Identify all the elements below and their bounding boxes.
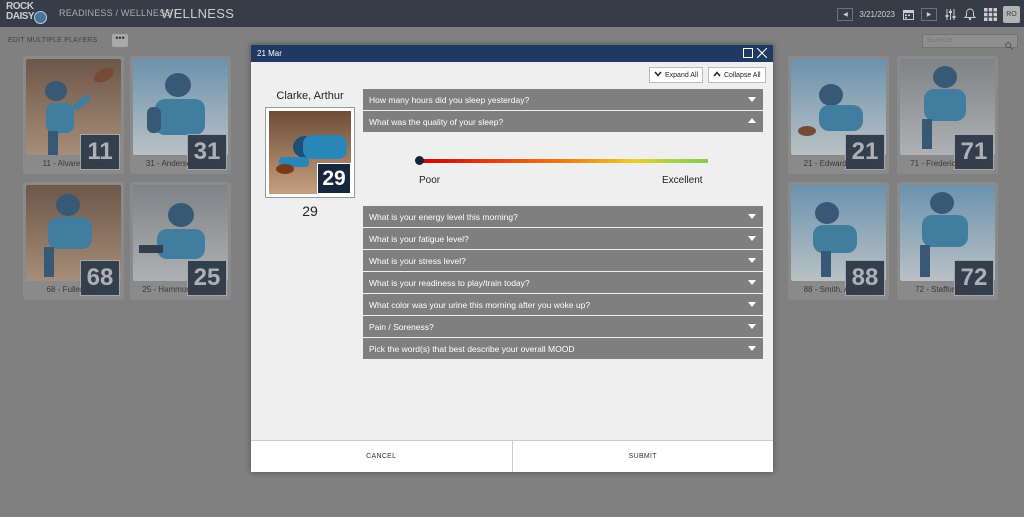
cancel-button[interactable]: CANCEL bbox=[251, 441, 512, 472]
chevron-down-icon bbox=[748, 258, 756, 263]
selected-player-name: Clarke, Arthur bbox=[276, 90, 344, 102]
chevron-down-icon bbox=[748, 346, 756, 351]
expand-all-label: Expand All bbox=[665, 71, 699, 79]
sleep-quality-slider[interactable] bbox=[415, 156, 708, 165]
question-label: How many hours did you sleep yesterday? bbox=[369, 95, 530, 105]
slider-handle[interactable] bbox=[415, 156, 424, 165]
chevron-down-icon bbox=[748, 236, 756, 241]
question-fatigue-level[interactable]: What is your fatigue level? bbox=[363, 228, 763, 249]
slider-min-label: Poor bbox=[419, 175, 441, 186]
question-energy-level[interactable]: What is your energy level this morning? bbox=[363, 206, 763, 227]
maximize-icon[interactable] bbox=[743, 48, 753, 60]
slider-max-label: Excellent bbox=[662, 175, 703, 186]
collapse-all-button[interactable]: Collapse All bbox=[708, 67, 766, 83]
question-label: What was the quality of your sleep? bbox=[369, 117, 504, 127]
question-pain-soreness[interactable]: Pain / Soreness? bbox=[363, 316, 763, 337]
question-label: What is your readiness to play/train tod… bbox=[369, 278, 530, 288]
submit-button[interactable]: SUBMIT bbox=[511, 441, 774, 472]
chevron-down-icon bbox=[748, 324, 756, 329]
selected-player-jersey: 29 bbox=[317, 163, 351, 194]
question-label: Pick the word(s) that best describe your… bbox=[369, 344, 575, 354]
chevron-up-icon bbox=[748, 118, 756, 123]
question-stress-level[interactable]: What is your stress level? bbox=[363, 250, 763, 271]
wellness-questionnaire-dialog: 21 Mar Expand All Collapse All Clarke, A… bbox=[251, 45, 773, 472]
dialog-header: 21 Mar bbox=[251, 45, 773, 62]
question-label: What color was your urine this morning a… bbox=[369, 300, 591, 310]
chevron-down-icon bbox=[748, 97, 756, 102]
question-label: What is your stress level? bbox=[369, 256, 466, 266]
question-urine-color[interactable]: What color was your urine this morning a… bbox=[363, 294, 763, 315]
chevron-down-icon bbox=[654, 71, 662, 79]
chevron-up-icon bbox=[713, 71, 721, 79]
dialog-footer: CANCEL SUBMIT bbox=[251, 440, 773, 472]
question-readiness[interactable]: What is your readiness to play/train tod… bbox=[363, 272, 763, 293]
question-label: What is your fatigue level? bbox=[369, 234, 469, 244]
question-sleep-hours[interactable]: How many hours did you sleep yesterday? bbox=[363, 89, 763, 110]
chevron-down-icon bbox=[748, 302, 756, 307]
selected-player-number: 29 bbox=[302, 203, 318, 219]
chevron-down-icon bbox=[748, 280, 756, 285]
close-icon[interactable] bbox=[756, 47, 768, 60]
question-label: What is your energy level this morning? bbox=[369, 212, 518, 222]
expand-all-button[interactable]: Expand All bbox=[649, 67, 704, 83]
chevron-down-icon bbox=[748, 214, 756, 219]
collapse-all-label: Collapse All bbox=[724, 71, 761, 79]
selected-player-photo: 29 bbox=[265, 107, 355, 198]
question-sleep-quality[interactable]: What was the quality of your sleep? bbox=[363, 111, 763, 132]
question-label: Pain / Soreness? bbox=[369, 322, 434, 332]
dialog-date: 21 Mar bbox=[257, 49, 282, 58]
question-mood[interactable]: Pick the word(s) that best describe your… bbox=[363, 338, 763, 359]
